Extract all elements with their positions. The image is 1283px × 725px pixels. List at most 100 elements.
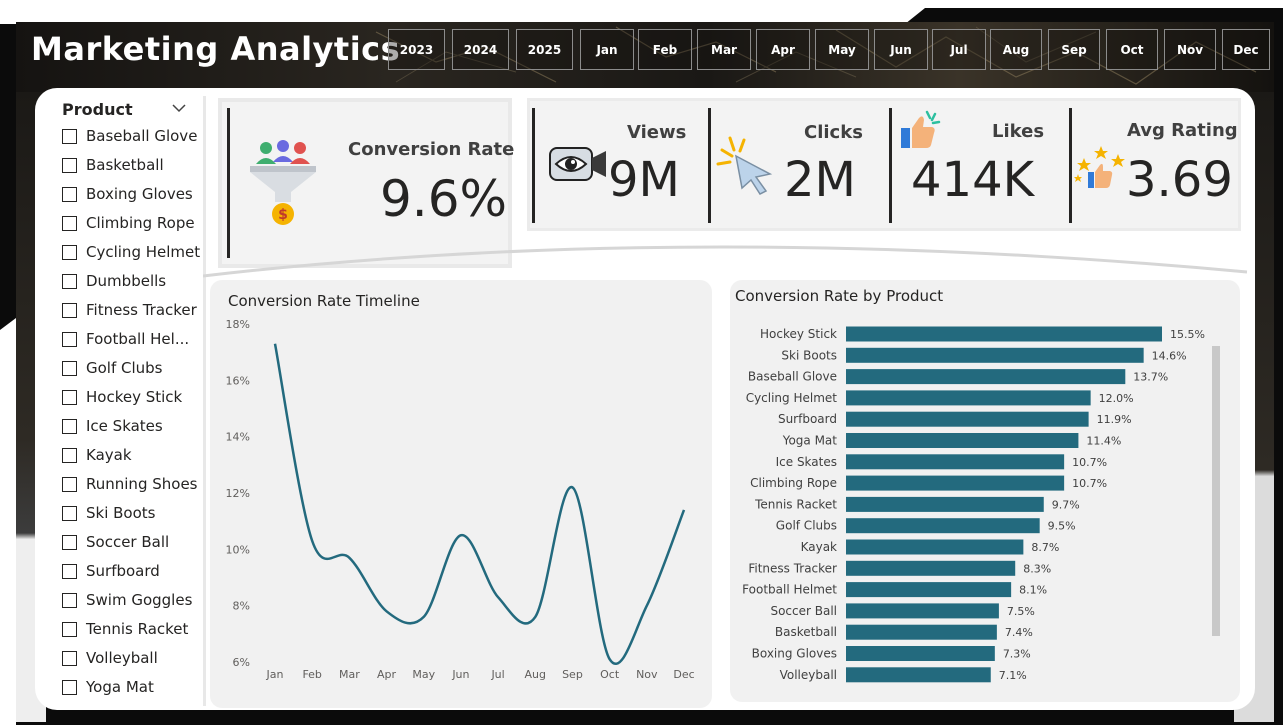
line-data-point[interactable]: [492, 591, 504, 603]
checkbox[interactable]: [62, 389, 77, 405]
period-button-2025[interactable]: 2025: [516, 29, 573, 70]
checkbox[interactable]: [62, 128, 77, 144]
checkbox[interactable]: [62, 215, 77, 231]
checkbox[interactable]: [62, 534, 77, 550]
bar[interactable]: [846, 369, 1126, 385]
bar[interactable]: [846, 454, 1065, 470]
period-button-aug[interactable]: Aug: [990, 29, 1042, 70]
slicer-item[interactable]: Fitness Tracker: [62, 299, 197, 321]
slicer-item[interactable]: Yoga Mat: [62, 676, 154, 698]
checkbox[interactable]: [62, 650, 77, 666]
bar[interactable]: [846, 433, 1079, 448]
bar[interactable]: [846, 624, 997, 640]
checkbox[interactable]: [62, 476, 77, 492]
bar[interactable]: [846, 518, 1040, 534]
slicer-item-label: Surfboard: [86, 562, 160, 580]
scrollbar[interactable]: [1212, 346, 1220, 636]
bar[interactable]: [846, 646, 995, 661]
bar[interactable]: [846, 326, 1162, 342]
line-data-point[interactable]: [529, 611, 541, 623]
checkbox[interactable]: [62, 302, 77, 318]
period-button-jul[interactable]: Jul: [932, 29, 986, 70]
slicer-item[interactable]: Kayak: [62, 444, 132, 466]
checkbox[interactable]: [62, 244, 77, 260]
bar[interactable]: [846, 411, 1089, 427]
checkbox[interactable]: [62, 592, 77, 608]
bar[interactable]: [846, 390, 1091, 406]
checkbox[interactable]: [62, 679, 77, 695]
slicer-item[interactable]: Swim Goggles: [62, 589, 192, 611]
period-button-mar[interactable]: Mar: [697, 29, 751, 70]
period-button-2023[interactable]: 2023: [388, 29, 445, 70]
checkbox[interactable]: [62, 418, 77, 434]
line-data-point[interactable]: [566, 481, 578, 493]
slicer-item[interactable]: Ski Boots: [62, 502, 156, 524]
bar[interactable]: [846, 582, 1012, 598]
line-data-point[interactable]: [604, 653, 616, 665]
cursor-click-icon: [716, 136, 773, 195]
period-button-apr[interactable]: Apr: [756, 29, 810, 70]
line-data-point[interactable]: [418, 611, 430, 623]
period-button-feb[interactable]: Feb: [638, 29, 692, 70]
line-data-point[interactable]: [641, 600, 653, 612]
slicer-item[interactable]: Climbing Rope: [62, 212, 195, 234]
slicer-item-label: Ski Boots: [86, 504, 156, 522]
category-label: Soccer Ball: [770, 604, 837, 618]
conversion-rate-line[interactable]: [273, 343, 686, 665]
period-button-2024[interactable]: 2024: [452, 29, 509, 70]
thumbs-up-icon: [901, 110, 941, 148]
slicer-item[interactable]: Running Shoes: [62, 473, 197, 495]
slicer-item[interactable]: Golf Clubs: [62, 357, 163, 379]
slicer-item[interactable]: Volleyball: [62, 647, 158, 669]
bar[interactable]: [846, 539, 1024, 555]
slicer-item[interactable]: Basketball: [62, 154, 164, 176]
checkbox[interactable]: [62, 447, 77, 463]
category-label: Tennis Racket: [754, 497, 837, 511]
category-label: Kayak: [801, 540, 837, 554]
period-button-may[interactable]: May: [815, 29, 869, 70]
bar[interactable]: [846, 496, 1044, 512]
slicer-item[interactable]: Boxing Gloves: [62, 183, 193, 205]
line-data-point[interactable]: [306, 535, 318, 547]
slicer-item[interactable]: Football Hel...: [62, 328, 189, 350]
bar[interactable]: [846, 347, 1144, 363]
checkbox[interactable]: [62, 273, 77, 289]
slicer-item[interactable]: Ice Skates: [62, 415, 163, 437]
period-button-nov[interactable]: Nov: [1164, 29, 1216, 70]
slicer-item[interactable]: Soccer Ball: [62, 531, 169, 553]
period-button-dec[interactable]: Dec: [1222, 29, 1270, 70]
data-label: 11.4%: [1086, 435, 1121, 448]
slicer-item[interactable]: Hockey Stick: [62, 386, 182, 408]
category-label: Ski Boots: [781, 348, 837, 362]
bar[interactable]: [846, 560, 1016, 576]
category-label: Surfboard: [778, 412, 837, 426]
bar[interactable]: [846, 475, 1065, 491]
checkbox[interactable]: [62, 360, 77, 376]
period-button-jun[interactable]: Jun: [874, 29, 928, 70]
checkbox[interactable]: [62, 157, 77, 173]
chevron-down-icon[interactable]: [170, 100, 188, 116]
line-data-point[interactable]: [343, 552, 355, 564]
checkbox[interactable]: [62, 621, 77, 637]
period-button-oct[interactable]: Oct: [1106, 29, 1158, 70]
line-data-point[interactable]: [269, 338, 281, 350]
line-data-point[interactable]: [381, 605, 393, 617]
bar[interactable]: [846, 667, 991, 683]
checkbox[interactable]: [62, 505, 77, 521]
slicer-item[interactable]: Baseball Glove: [62, 125, 197, 147]
checkbox[interactable]: [62, 186, 77, 202]
checkbox[interactable]: [62, 563, 77, 579]
category-label: Hockey Stick: [760, 327, 837, 341]
category-label: Cycling Helmet: [746, 391, 838, 405]
slicer-item[interactable]: Cycling Helmet: [62, 241, 200, 263]
slicer-item[interactable]: Dumbbells: [62, 270, 166, 292]
checkbox[interactable]: [62, 331, 77, 347]
bar[interactable]: [846, 603, 999, 619]
slicer-item[interactable]: Tennis Racket: [62, 618, 188, 640]
line-data-point[interactable]: [678, 504, 690, 516]
y-tick-label: 6%: [233, 656, 250, 669]
period-button-sep[interactable]: Sep: [1048, 29, 1100, 70]
period-button-jan[interactable]: Jan: [580, 29, 634, 70]
slicer-item[interactable]: Surfboard: [62, 560, 160, 582]
line-data-point[interactable]: [455, 529, 467, 541]
